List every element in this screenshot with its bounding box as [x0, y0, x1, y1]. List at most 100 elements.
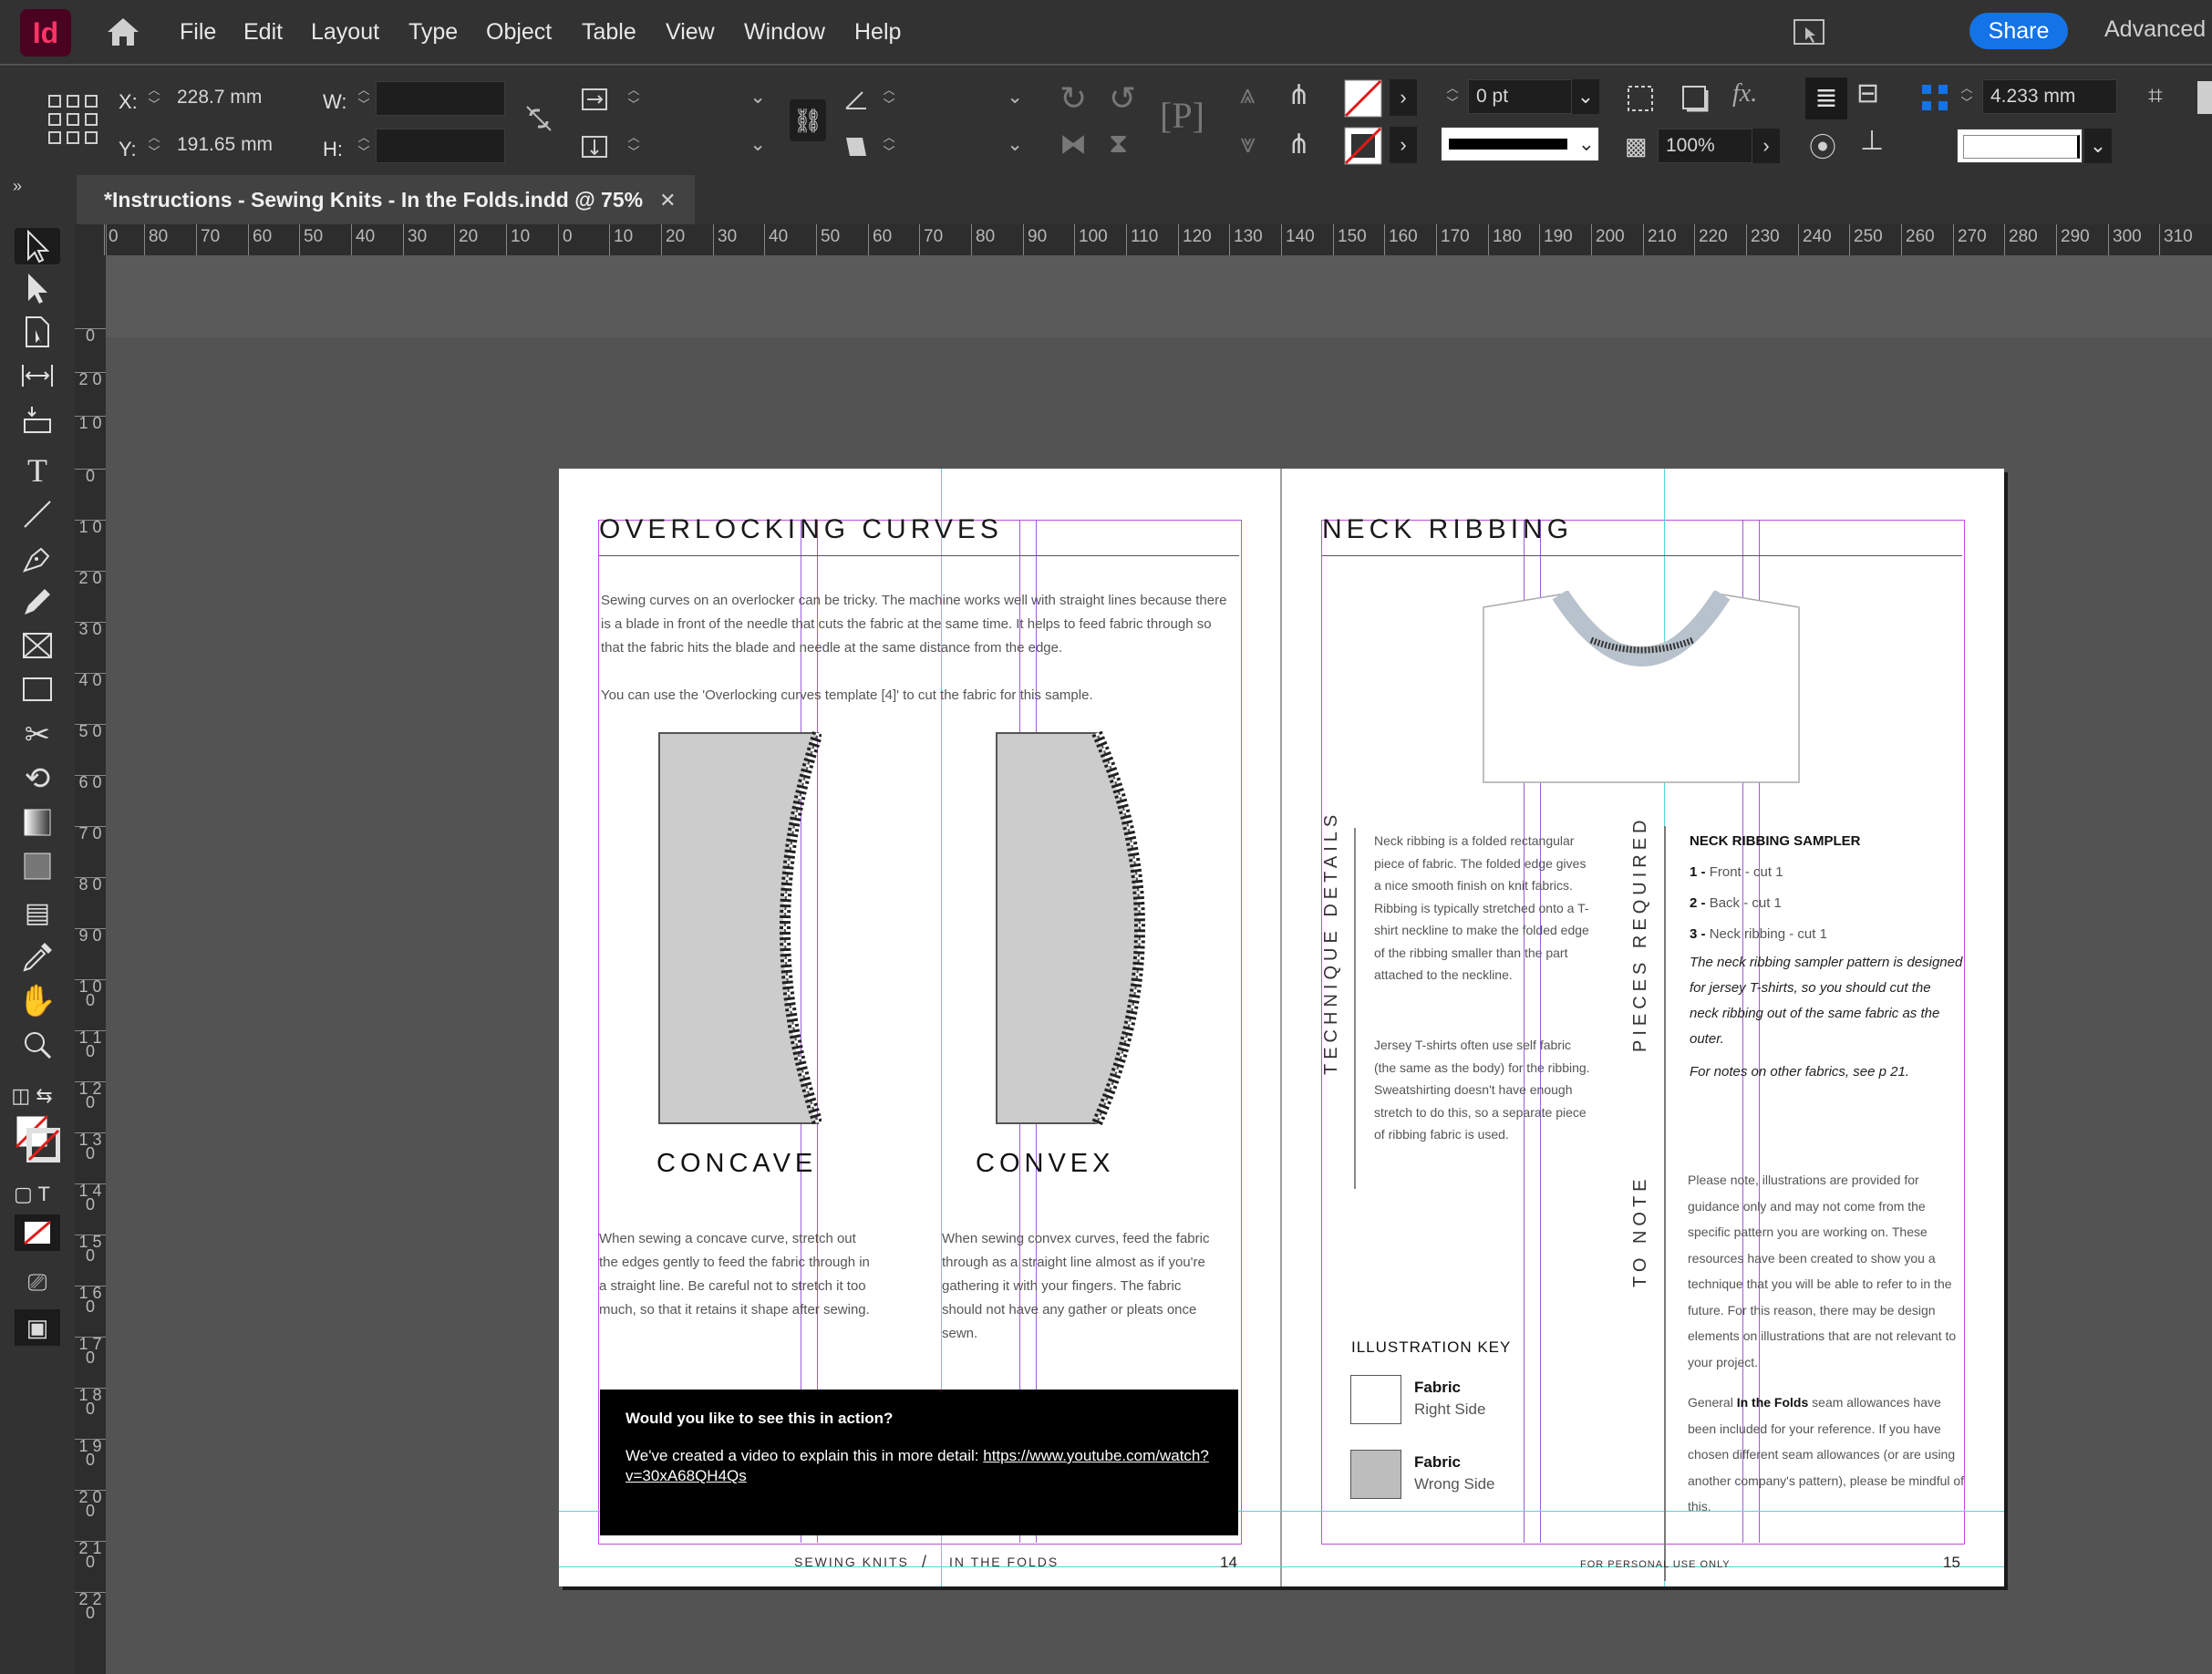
scale-y-stepper-icon[interactable]: ︿ ﹀: [625, 130, 642, 163]
height-field[interactable]: [376, 129, 505, 163]
gap-stepper-icon[interactable]: ︿ ﹀: [1959, 81, 1975, 114]
fill-swatch-icon[interactable]: [1344, 79, 1382, 118]
y-stepper-icon[interactable]: ︿ ﹀: [146, 130, 162, 163]
reference-point-icon[interactable]: [47, 94, 98, 145]
gradient-feather-tool-icon[interactable]: [15, 848, 60, 884]
menu-table[interactable]: Table: [582, 18, 636, 46]
scale-y-icon[interactable]: [580, 132, 609, 161]
gap-tool-icon[interactable]: [15, 357, 60, 394]
view-mode-icon[interactable]: ⎚: [15, 1264, 60, 1300]
note-tool-icon[interactable]: ▤: [15, 895, 60, 932]
content-collector-tool-icon[interactable]: [15, 401, 60, 438]
page-tool-icon[interactable]: [15, 314, 60, 350]
opacity-field[interactable]: 100%: [1658, 129, 1752, 163]
workspace-switcher[interactable]: Advanced: [2104, 16, 2206, 43]
direct-selection-tool-icon[interactable]: [15, 270, 60, 306]
selection-tool-icon[interactable]: [15, 228, 60, 264]
line-tool-icon[interactable]: [15, 496, 60, 532]
x-stepper-icon[interactable]: ︿ ﹀: [146, 83, 162, 116]
h-stepper-icon[interactable]: ︿ ﹀: [356, 130, 372, 163]
share-button[interactable]: Share: [1969, 13, 2068, 49]
scissors-tool-icon[interactable]: ✂: [15, 717, 60, 753]
menu-layout[interactable]: Layout: [311, 18, 379, 46]
flip-vertical-icon[interactable]: ⧗: [1109, 129, 1128, 160]
zoom-tool-icon[interactable]: [15, 1027, 60, 1063]
menu-help[interactable]: Help: [854, 18, 901, 46]
home-icon[interactable]: [106, 16, 140, 47]
vertical-ruler[interactable]: 0 2 0 1 0 0 1 0 2 0 3 0 4 0 5 0 6 0 7 0 …: [75, 255, 106, 1674]
default-fill-stroke-icon[interactable]: ◫ ⇆: [9, 1078, 55, 1114]
stroke-swatch-icon[interactable]: [1344, 127, 1382, 165]
y-position-field[interactable]: 191.65 mm: [170, 129, 297, 163]
apply-none-icon[interactable]: [15, 1214, 60, 1251]
collapse-panels-icon[interactable]: »: [13, 177, 22, 196]
stroke-menu-arrow-icon[interactable]: ›: [1390, 127, 1417, 163]
free-transform-tool-icon[interactable]: ⟲: [15, 760, 60, 797]
scale-x-dropdown[interactable]: ⌄: [646, 81, 773, 116]
menu-object[interactable]: Object: [486, 18, 552, 46]
shear-stepper-icon[interactable]: ︿ ﹀: [881, 130, 897, 163]
rotation-stepper-icon[interactable]: ︿ ﹀: [881, 83, 897, 116]
rotate-cw-icon[interactable]: ↻: [1059, 79, 1087, 118]
stroke-weight-stepper-icon[interactable]: ︿ ﹀: [1444, 81, 1461, 114]
stroke-weight-field[interactable]: 0 pt: [1468, 79, 1572, 114]
text-wrap-box-icon[interactable]: ⊟: [1856, 78, 1879, 109]
rectangle-frame-tool-icon[interactable]: [15, 627, 60, 664]
align-icon[interactable]: ⊥: [1860, 125, 1884, 157]
effects-fx-icon[interactable]: fx.: [1732, 79, 1757, 108]
close-tab-icon[interactable]: ✕: [659, 189, 676, 212]
scale-y-dropdown[interactable]: ⌄: [646, 129, 773, 163]
text-wrap-none-icon[interactable]: ≣: [1805, 78, 1847, 119]
corner-options-icon[interactable]: [1625, 83, 1656, 114]
constrain-proportions-icon[interactable]: [523, 103, 554, 134]
shear-dropdown[interactable]: ⌄: [901, 129, 1030, 163]
object-style-icon[interactable]: ⦿: [1809, 125, 1836, 165]
rectangle-tool-icon[interactable]: [15, 671, 60, 708]
rotation-dropdown[interactable]: ⌄: [901, 81, 1030, 116]
fill-stroke-swatch-icon[interactable]: [15, 1114, 61, 1163]
opacity-arrow-icon[interactable]: ›: [1752, 129, 1780, 163]
gap-tool-icon[interactable]: [1920, 83, 1949, 112]
flip-horizontal-icon[interactable]: ⧓: [1059, 129, 1087, 160]
w-stepper-icon[interactable]: ︿ ﹀: [356, 83, 372, 116]
menu-edit[interactable]: Edit: [243, 18, 283, 46]
menu-type[interactable]: Type: [408, 18, 458, 46]
horizontal-ruler[interactable]: 0 80 70 60 50 40 30 20 10 0 10 20 30 40 …: [75, 224, 2212, 256]
shadow-frame-icon[interactable]: [1680, 83, 1711, 114]
hand-tool-icon[interactable]: ✋: [15, 983, 60, 1019]
publish-online-icon[interactable]: [1793, 18, 1825, 47]
select-next-icon[interactable]: ⋔: [1287, 129, 1310, 160]
type-tool-icon[interactable]: T: [15, 452, 60, 489]
shear-angle-icon[interactable]: [842, 132, 870, 160]
formatting-container-icon[interactable]: ▢ T: [9, 1176, 55, 1213]
x-position-field[interactable]: 228.7 mm: [170, 81, 297, 116]
scale-x-icon[interactable]: [580, 85, 609, 114]
panel-menu-icon[interactable]: [2197, 81, 2212, 114]
stroke-weight-dropdown-icon[interactable]: ⌄: [1572, 79, 1599, 114]
pencil-tool-icon[interactable]: [15, 584, 60, 620]
scale-x-stepper-icon[interactable]: ︿ ﹀: [625, 83, 642, 116]
screen-mode-icon[interactable]: ▣: [15, 1309, 60, 1346]
path-type-icon[interactable]: [P]: [1160, 94, 1204, 137]
ruler-guide-horizontal[interactable]: [559, 1566, 2004, 1567]
eyedropper-tool-icon[interactable]: [15, 939, 60, 976]
menu-file[interactable]: File: [180, 18, 216, 46]
select-previous-icon[interactable]: ⋔: [1287, 79, 1310, 111]
menu-window[interactable]: Window: [744, 18, 825, 46]
select-content-icon[interactable]: ⩔: [1240, 129, 1256, 160]
pen-tool-icon[interactable]: [15, 540, 60, 576]
constrain-scale-icon[interactable]: ⛓: [790, 99, 826, 141]
fill-menu-arrow-icon[interactable]: ›: [1390, 79, 1417, 116]
object-style-dropdown-arrow-icon[interactable]: ⌄: [2084, 129, 2112, 163]
rotation-angle-icon[interactable]: [842, 85, 870, 112]
object-style-dropdown[interactable]: [1957, 129, 2083, 163]
gap-field[interactable]: 4.233 mm: [1982, 79, 2117, 114]
select-container-icon[interactable]: ⩓: [1240, 79, 1256, 110]
gradient-swatch-tool-icon[interactable]: [15, 804, 60, 841]
stroke-type-dropdown[interactable]: ⌄: [1441, 127, 1599, 161]
frame-fitting-icon[interactable]: ⌗: [2148, 81, 2163, 111]
menu-view[interactable]: View: [666, 18, 715, 46]
rotate-ccw-icon[interactable]: ↺: [1109, 79, 1136, 118]
width-field[interactable]: [376, 81, 505, 116]
document-tab[interactable]: *Instructions - Sewing Knits - In the Fo…: [77, 175, 695, 224]
